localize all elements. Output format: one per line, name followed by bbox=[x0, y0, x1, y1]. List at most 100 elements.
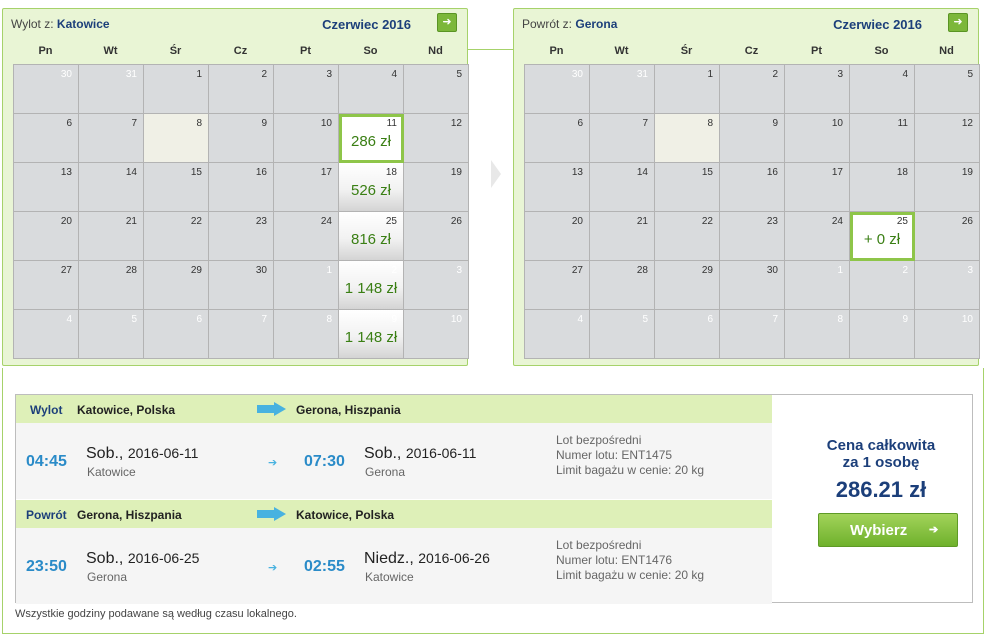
return-arrival-time: 02:55 bbox=[304, 558, 345, 575]
outbound-day-cell: 13 bbox=[14, 163, 79, 212]
return-day-cell: 7 bbox=[590, 114, 655, 163]
return-weekday-header: Pn Wt Śr Cz Pt So Nd bbox=[524, 43, 980, 59]
return-day-cell: 6 bbox=[655, 310, 720, 359]
outbound-departure-day: Sob., bbox=[86, 445, 124, 462]
outbound-day-number: 29 bbox=[190, 265, 202, 276]
outbound-weekday-header: Pn Wt Śr Cz Pt So Nd bbox=[13, 43, 469, 59]
return-day-grid: 30 31 1 2 3 4 5 6 7 8 9 10 11 12 13 14 15 16 17 18 19 20 21 22 2… bbox=[524, 64, 980, 359]
return-day-number: 4 bbox=[902, 69, 908, 80]
outbound-day-cell: 8 bbox=[144, 114, 209, 163]
return-departure-time: 23:50 bbox=[26, 558, 67, 575]
outbound-day-number: 27 bbox=[60, 265, 72, 276]
outbound-city: Katowice bbox=[56, 17, 110, 31]
return-leg-to: Katowice, Polska bbox=[296, 508, 395, 522]
return-day-number: 5 bbox=[967, 69, 973, 80]
outbound-day-number: 21 bbox=[125, 216, 137, 227]
outbound-day-number: 16 bbox=[255, 167, 267, 178]
outbound-day-number: 30 bbox=[255, 265, 267, 276]
outbound-next-month-arrow-icon[interactable]: ➜ bbox=[437, 13, 457, 32]
outbound-day-number: 20 bbox=[60, 216, 72, 227]
outbound-time-arrow-icon: ➔ bbox=[268, 457, 278, 469]
outbound-leg-to: Gerona, Hiszpania bbox=[296, 403, 401, 417]
return-day-cell: 2 bbox=[850, 261, 915, 310]
return-day-cell[interactable]: 25 + 0 zł bbox=[850, 212, 915, 261]
return-leg-from: Gerona, Hiszpania bbox=[77, 508, 182, 522]
return-day-cell: 20 bbox=[525, 212, 590, 261]
return-calendar-header: Powrót z: Gerona Czerwiec 2016 ➜ bbox=[514, 9, 978, 39]
outbound-day-cell: 1 bbox=[274, 261, 339, 310]
outbound-day-number: 22 bbox=[190, 216, 202, 227]
return-day-number: 6 bbox=[707, 314, 713, 325]
return-day-number: 8 bbox=[837, 314, 843, 325]
outbound-day-number: 4 bbox=[66, 314, 72, 325]
return-day-cell: 1 bbox=[785, 261, 850, 310]
outbound-day-grid: 30 31 1 2 3 4 5 6 7 8 9 10 11 286 zł 12 13 14 15 16 17 18 526… bbox=[13, 64, 469, 359]
outbound-day-cell: 31 bbox=[79, 65, 144, 114]
outbound-day-cell: 10 bbox=[404, 310, 469, 359]
return-day-cell: 2 bbox=[720, 65, 785, 114]
outbound-day-price: 526 zł bbox=[350, 182, 392, 199]
outbound-direction-label: Wylot z: bbox=[11, 17, 54, 31]
return-day-number: 2 bbox=[772, 69, 778, 80]
return-day-cell: 8 bbox=[655, 114, 720, 163]
outbound-day-number: 30 bbox=[60, 69, 72, 80]
select-arrow-icon: ➔ bbox=[929, 524, 939, 536]
select-button[interactable]: Wybierz ➔ bbox=[818, 513, 958, 547]
return-day-number: 13 bbox=[571, 167, 583, 178]
return-day-cell: 24 bbox=[785, 212, 850, 261]
outbound-day-cell: 23 bbox=[209, 212, 274, 261]
outbound-day-cell[interactable]: 11 286 zł bbox=[339, 114, 404, 163]
outbound-day-number: 11 bbox=[386, 118, 397, 129]
return-day-number: 23 bbox=[766, 216, 778, 227]
outbound-day-cell: 14 bbox=[79, 163, 144, 212]
return-day-cell: 1 bbox=[655, 65, 720, 114]
outbound-weekday: So bbox=[363, 45, 378, 57]
return-time-arrow-icon: ➔ bbox=[268, 562, 278, 574]
return-arrival-date-value: 2016-06-26 bbox=[418, 550, 490, 566]
outbound-day-cell: 20 bbox=[14, 212, 79, 261]
outbound-day-number: 23 bbox=[255, 216, 267, 227]
return-departure-date: Sob., 2016-06-25 bbox=[86, 550, 199, 568]
outbound-day-number: 1 bbox=[196, 69, 202, 80]
return-day-number: 24 bbox=[831, 216, 843, 227]
return-next-month-arrow-icon[interactable]: ➜ bbox=[948, 13, 968, 32]
outbound-day-cell[interactable]: 25 816 zł bbox=[339, 212, 404, 261]
return-day-cell: 7 bbox=[720, 310, 785, 359]
outbound-day-number: 17 bbox=[320, 167, 332, 178]
outbound-day-cell[interactable]: 9 1 148 zł bbox=[339, 310, 404, 359]
outbound-day-cell: 3 bbox=[274, 65, 339, 114]
return-day-cell: 30 bbox=[525, 65, 590, 114]
return-day-cell: 10 bbox=[785, 114, 850, 163]
outbound-day-number: 19 bbox=[450, 167, 462, 178]
flight-summary: Wylot Katowice, Polska Gerona, Hiszpania… bbox=[15, 394, 973, 604]
return-day-cell: 17 bbox=[785, 163, 850, 212]
outbound-day-cell: 29 bbox=[144, 261, 209, 310]
outbound-day-number: 14 bbox=[125, 167, 137, 178]
outbound-day-cell: 12 bbox=[404, 114, 469, 163]
return-day-number: 6 bbox=[577, 118, 583, 129]
return-city: Gerona bbox=[575, 17, 618, 31]
outbound-weekday: Cz bbox=[233, 45, 248, 57]
return-day-number: 7 bbox=[642, 118, 648, 129]
return-day-cell: 21 bbox=[590, 212, 655, 261]
outbound-day-cell: 28 bbox=[79, 261, 144, 310]
return-day-cell: 18 bbox=[850, 163, 915, 212]
return-day-number: 19 bbox=[961, 167, 973, 178]
return-day-number: 27 bbox=[571, 265, 583, 276]
return-day-number: 5 bbox=[642, 314, 648, 325]
return-day-cell: 31 bbox=[590, 65, 655, 114]
outbound-day-cell[interactable]: 18 526 zł bbox=[339, 163, 404, 212]
outbound-day-cell: 22 bbox=[144, 212, 209, 261]
return-direction-label: Powrót z: bbox=[522, 17, 573, 31]
return-day-cell: 12 bbox=[915, 114, 980, 163]
return-day-cell: 15 bbox=[655, 163, 720, 212]
outbound-leg-details: 04:45 Sob., 2016-06-11 Katowice ➔ 07:30 … bbox=[16, 423, 772, 499]
outbound-arrival-day: Sob., bbox=[364, 445, 402, 462]
return-arrival-date: Niedz., 2016-06-26 bbox=[364, 550, 490, 568]
outbound-day-cell[interactable]: 2 1 148 zł bbox=[339, 261, 404, 310]
outbound-day-cell: 16 bbox=[209, 163, 274, 212]
outbound-day-cell: 8 bbox=[274, 310, 339, 359]
return-day-cell: 22 bbox=[655, 212, 720, 261]
return-day-cell: 27 bbox=[525, 261, 590, 310]
outbound-weekday: Śr bbox=[169, 45, 182, 57]
